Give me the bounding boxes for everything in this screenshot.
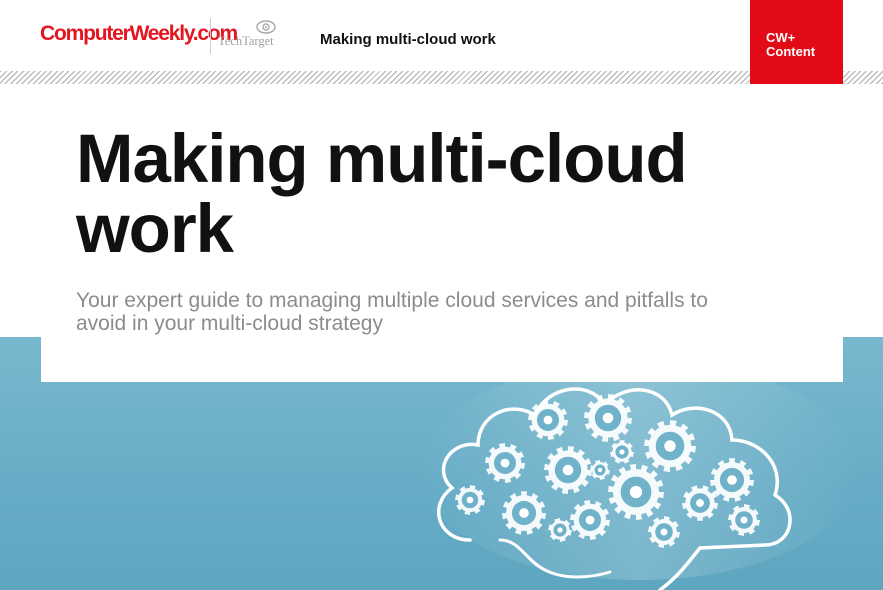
badge-line-2: Content [766,44,816,59]
title-line-1: Making multi-cloud [76,120,688,197]
badge-line-1: CW+ [766,30,796,45]
subtitle-line-1: Your expert guide to managing multiple c… [76,289,708,312]
gear-icon [455,485,485,515]
techtarget-logo[interactable]: TechTarget [218,18,280,54]
title-line-2: work [76,190,234,267]
techtarget-logo-text: TechTarget [218,34,274,48]
cloud-of-gears-illustration [420,360,860,590]
page-subtitle: Your expert guide to managing multiple c… [76,289,816,335]
gear-icon [648,516,680,548]
logo-divider [210,18,211,54]
computerweekly-logo[interactable]: ComputerWeekly.com [40,22,238,46]
subtitle-line-2: avoid in your multi-cloud strategy [76,312,383,335]
gear-icon [728,504,760,536]
page-title: Making multi-cloud work [76,124,816,264]
techtarget-eye-icon [256,20,276,34]
cw-plus-content-badge: CW+ Content [750,0,843,84]
header-title: Making multi-cloud work [320,31,496,48]
